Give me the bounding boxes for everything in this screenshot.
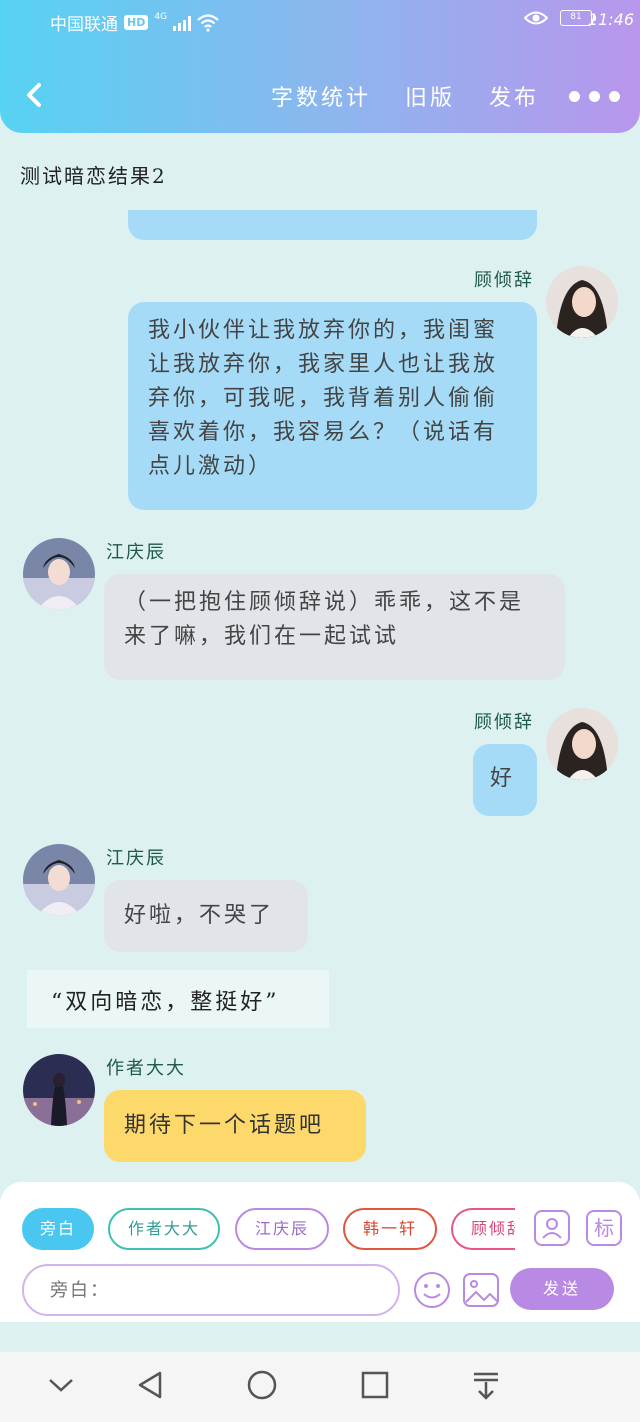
signal-icon: [173, 15, 192, 31]
home-circle-icon[interactable]: [246, 1370, 278, 1402]
narration-text: “双向暗恋，整挺好”: [27, 970, 329, 1028]
status-right: 81 11:46: [524, 10, 634, 29]
chevron-down-icon[interactable]: [46, 1370, 76, 1400]
sender-name: 江庆辰: [106, 848, 166, 869]
notification-pull-icon[interactable]: [470, 1370, 502, 1402]
send-button[interactable]: 发送: [510, 1268, 614, 1310]
emoji-icon[interactable]: [412, 1270, 452, 1310]
role-chip-jiang-qingchen[interactable]: 江庆辰: [235, 1208, 329, 1250]
page-title: 测试暗恋结果2: [20, 164, 167, 188]
sender-name: 顾倾辞: [474, 712, 534, 733]
message-bubble: 好: [473, 744, 537, 816]
back-icon[interactable]: [24, 80, 44, 110]
role-chip-narration[interactable]: 旁白: [22, 1208, 94, 1250]
eye-icon: [524, 11, 548, 25]
publish-button[interactable]: 发布: [489, 80, 539, 112]
message-bubble: 我小伙伴让我放弃你的，我闺蜜让我放弃你，我家里人也让我放弃你，可我呢，我背着别人…: [128, 302, 537, 510]
sender-name: 作者大大: [106, 1058, 186, 1079]
hd-badge: HD: [124, 15, 149, 30]
chat-area[interactable]: 顾倾辞 我小伙伴让我放弃你的，我闺蜜让我放弃你，我家里人也让我放弃你，可我呢，我…: [0, 210, 640, 1180]
carrier-info: 中国联通 HD 4G: [50, 10, 219, 35]
more-icon[interactable]: [569, 90, 620, 102]
clock: 11:46: [587, 10, 634, 29]
message-bubble: 好啦，不哭了: [104, 880, 308, 952]
app-header: 中国联通 HD 4G 81 11:46 字数统计 旧版 发布: [0, 0, 640, 133]
sender-name: 江庆辰: [106, 542, 166, 563]
message-bubble: （一把抱住顾倾辞说）乖乖，这不是来了嘛，我们在一起试试: [104, 574, 565, 680]
role-chip-author[interactable]: 作者大大: [108, 1208, 220, 1250]
role-chip-han-yixuan[interactable]: 韩一轩: [343, 1208, 437, 1250]
wifi-icon: [197, 13, 219, 32]
image-icon[interactable]: [462, 1270, 500, 1310]
contact-icon[interactable]: [534, 1210, 570, 1246]
word-count-button[interactable]: 字数统计: [271, 80, 371, 112]
message-input[interactable]: [22, 1264, 400, 1316]
recent-apps-icon[interactable]: [360, 1370, 390, 1400]
header-actions: 字数统计 旧版 发布: [237, 80, 620, 112]
message-bubble-partial: [128, 210, 537, 240]
avatar-gu-qingci[interactable]: [546, 708, 618, 780]
avatar-jiang-qingchen[interactable]: [23, 844, 95, 916]
role-chip-gu-qingci[interactable]: 顾倾辞: [451, 1208, 515, 1250]
battery-level: 81: [570, 12, 582, 22]
composer: 旁白 作者大大 江庆辰 韩一轩 顾倾辞 标 发送: [0, 1182, 640, 1322]
old-version-button[interactable]: 旧版: [405, 80, 455, 112]
status-bar: 中国联通 HD 4G 81 11:46: [0, 0, 640, 44]
message-bubble: 期待下一个话题吧: [104, 1090, 366, 1162]
mark-icon[interactable]: 标: [586, 1210, 622, 1246]
avatar-jiang-qingchen[interactable]: [23, 538, 95, 610]
carrier-name: 中国联通: [50, 15, 118, 35]
avatar-gu-qingci[interactable]: [546, 266, 618, 338]
avatar-author[interactable]: [23, 1054, 95, 1126]
system-nav-bar: [0, 1352, 640, 1422]
network-type: 4G: [154, 11, 168, 22]
back-triangle-icon[interactable]: [136, 1370, 166, 1400]
sender-name: 顾倾辞: [474, 270, 534, 291]
